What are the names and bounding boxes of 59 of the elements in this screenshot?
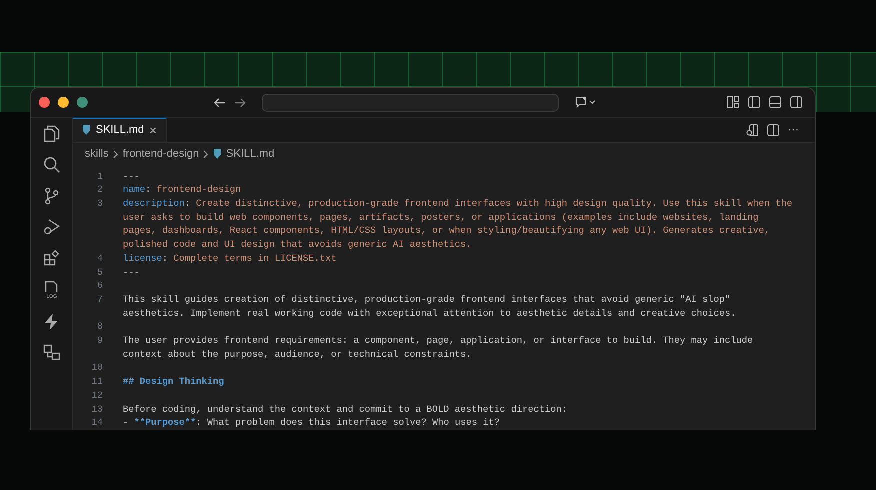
- panel-toggle-icon[interactable]: [769, 96, 782, 109]
- back-arrow-icon[interactable]: [214, 96, 226, 108]
- secondary-sidebar-icon[interactable]: [790, 96, 803, 109]
- run-debug-icon[interactable]: [42, 218, 60, 236]
- code-line: ## Design Thinking: [123, 375, 224, 389]
- code-line: pages, dashboards, React components, HTML/CSS layouts, or when styling/beautifying any web UI). Generates creative,: [123, 224, 770, 238]
- layout-icon[interactable]: [727, 96, 740, 109]
- maximize-button[interactable]: [77, 97, 88, 108]
- editor-tab[interactable]: SKILL.md ×: [73, 118, 167, 142]
- line-number: 1: [97, 170, 103, 182]
- code-line: name: frontend-design: [123, 183, 242, 198]
- code-line: polished code and UI design that avoids generic AI aesthetics.: [123, 238, 472, 252]
- remote-explorer-icon[interactable]: [42, 344, 60, 362]
- breadcrumb-item[interactable]: SKILL.md: [226, 146, 275, 163]
- code-line: context about the purpose, audience, or technical constraints.: [123, 348, 472, 362]
- code-line: user asks to build web components, pages, artifacts, posters, or applications (examples include websites, landing: [123, 210, 759, 224]
- line-number: 10: [92, 362, 103, 374]
- line-number: 5: [97, 266, 103, 278]
- source-control-icon[interactable]: [42, 187, 60, 205]
- extensions-icon[interactable]: [42, 249, 60, 267]
- minimize-button[interactable]: [58, 97, 69, 108]
- line-number: 7: [97, 294, 103, 305]
- code-line: This skill guides creation of distinctive, production-grade frontend interfaces that avoid generic "AI slop": [123, 292, 731, 307]
- code-line: - **Purpose**: What problem does this interface solve? Who uses it?: [123, 416, 500, 430]
- line-number: 11: [92, 376, 103, 388]
- line-number: 14: [92, 417, 103, 428]
- more-actions-button[interactable]: ···: [788, 122, 799, 138]
- command-center-field[interactable]: [262, 94, 559, 112]
- code-line: aesthetics. Implement real working code with exceptional attention to aesthetic details and creative choices.: [123, 306, 736, 320]
- code-line: license: Complete terms in LICENSE.txt: [123, 252, 337, 266]
- code-line: The user provides frontend requirements: a component, page, application, or interface to build. They may include: [123, 334, 754, 348]
- forward-arrow-icon[interactable]: [234, 96, 246, 108]
- split-editor-icon[interactable]: [767, 124, 780, 137]
- chat-icon[interactable]: [575, 96, 597, 109]
- line-number: 13: [92, 404, 103, 415]
- line-number: 4: [97, 252, 103, 264]
- search-icon[interactable]: [42, 156, 60, 174]
- markdown-file-icon: [82, 125, 91, 136]
- line-number: 12: [92, 390, 103, 401]
- lightning-icon[interactable]: [42, 313, 60, 331]
- breadcrumb-item[interactable]: skills: [85, 146, 109, 163]
- code-line: ---: [123, 266, 140, 280]
- preview-icon[interactable]: [746, 124, 759, 137]
- chevron-icon: [203, 150, 210, 159]
- close-button[interactable]: [39, 97, 50, 108]
- code-line: Before coding, understand the context and commit to a BOLD aesthetic direction:: [123, 402, 568, 416]
- sidebar-toggle-icon[interactable]: [748, 96, 761, 109]
- chevron-icon: [112, 150, 119, 159]
- code-line: ---: [123, 170, 140, 184]
- breadcrumb-item[interactable]: frontend-design: [122, 146, 200, 163]
- close-tab-button[interactable]: ×: [149, 120, 157, 140]
- code-line: description: Create distinctive, production-grade frontend interfaces with high design quality. Use this skill when the: [123, 197, 793, 211]
- line-number: 2: [97, 184, 103, 196]
- files-icon[interactable]: [42, 125, 60, 143]
- line-number: 3: [97, 198, 103, 210]
- line-number: 9: [97, 335, 103, 346]
- line-number: 8: [97, 321, 103, 332]
- line-number: 6: [97, 280, 103, 292]
- markdown-file-icon: [213, 148, 222, 160]
